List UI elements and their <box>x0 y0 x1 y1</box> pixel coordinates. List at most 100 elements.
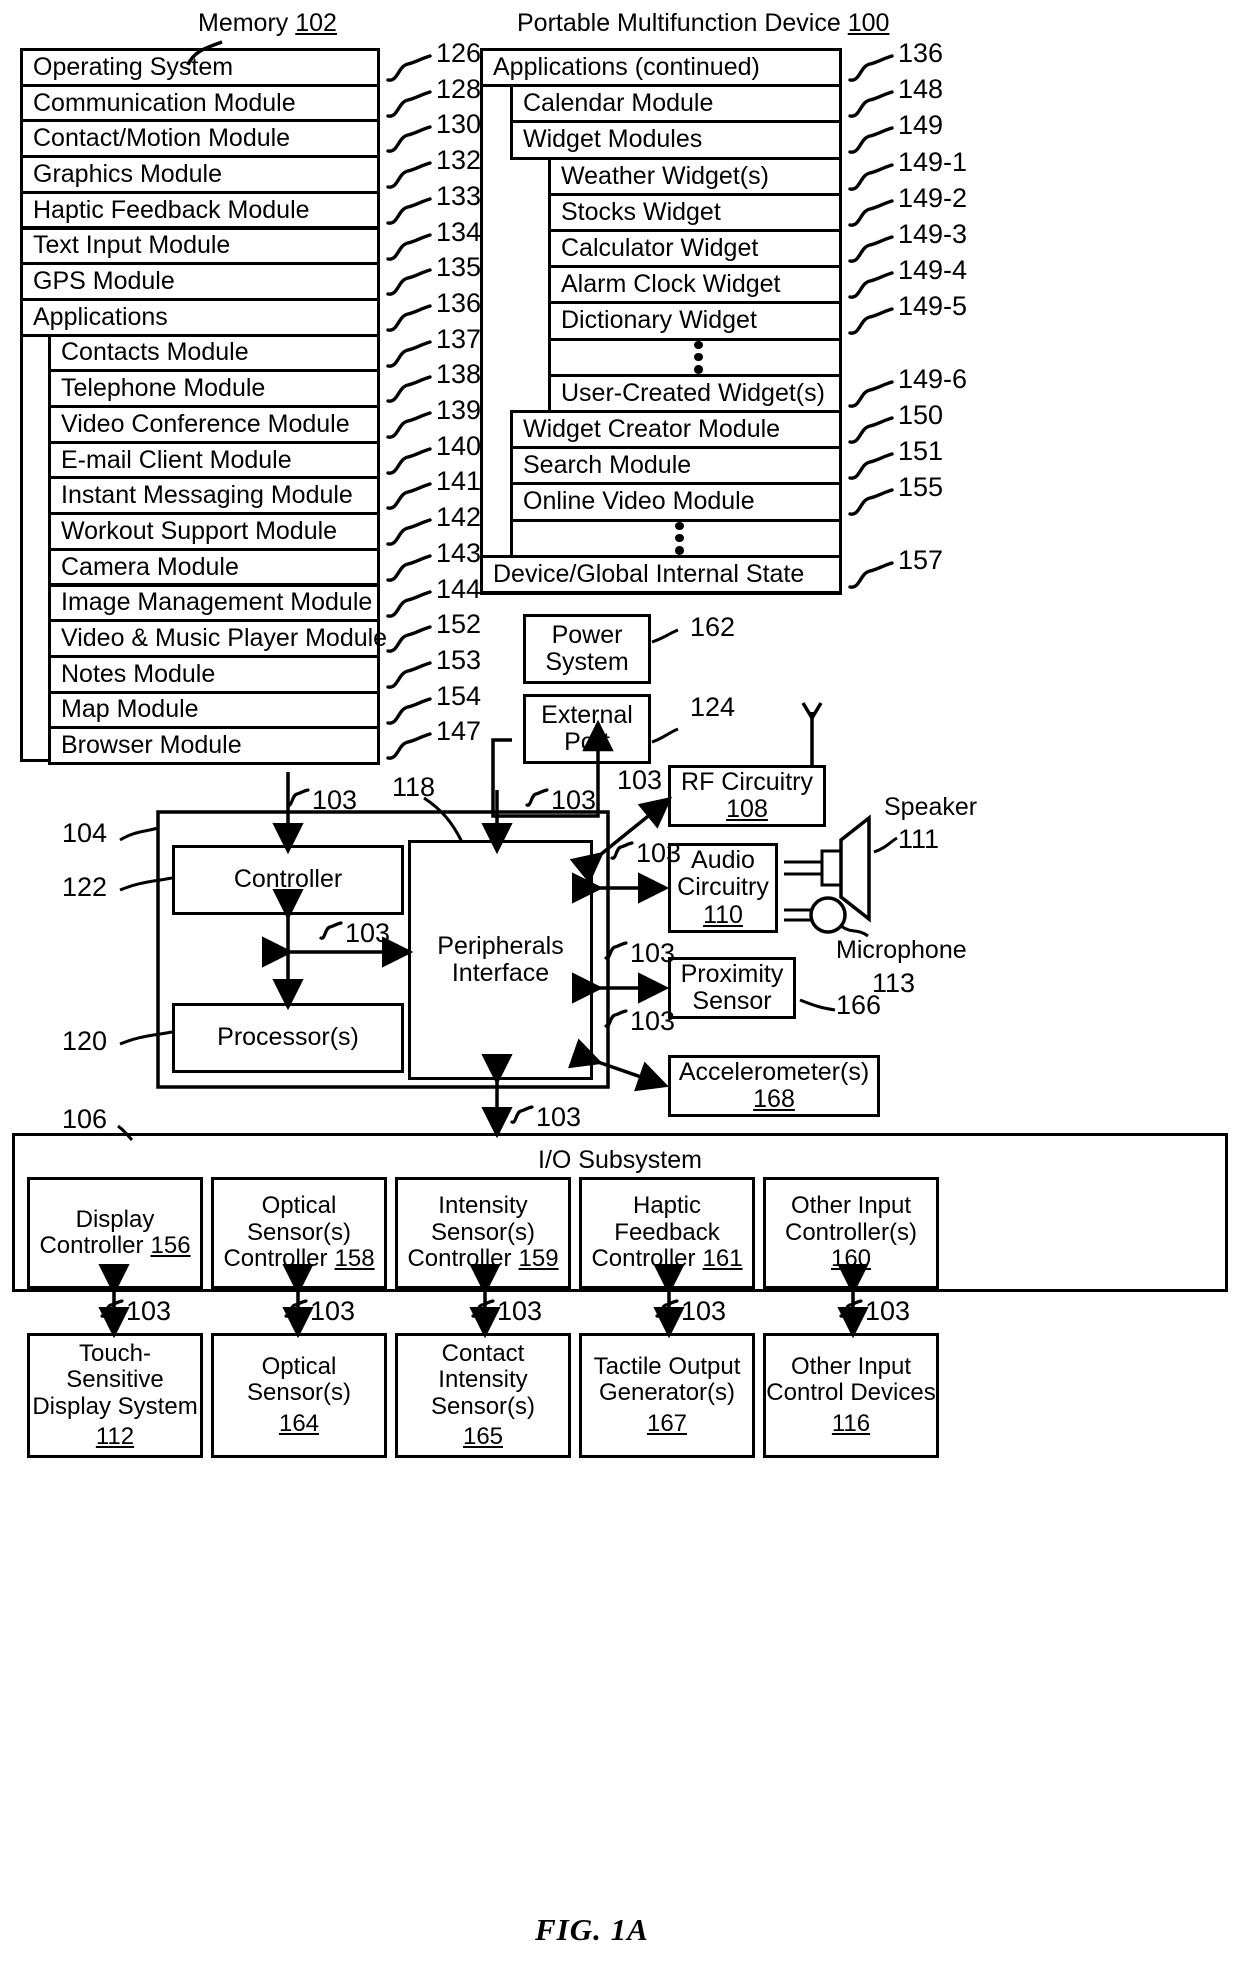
controller-box: Controller <box>172 845 404 915</box>
device-row-ref: 149-6 <box>898 363 968 394</box>
controller-ref: 122 <box>62 872 108 902</box>
device-row-label: Online Video Module <box>523 487 755 516</box>
memory-row-ref: 143 <box>436 537 482 568</box>
leader-line <box>386 339 432 368</box>
io-controller-box: Other Input Controller(s) 160 <box>763 1177 939 1289</box>
squiggle-icon <box>610 841 634 860</box>
memory-row-ref: 128 <box>436 73 482 104</box>
io-controller-box: Display Controller 156 <box>27 1177 203 1289</box>
device-box-label: Display System <box>32 1392 198 1420</box>
squiggle-icon <box>286 788 310 807</box>
proximity-sensor-box: Proximity Sensor <box>668 957 796 1019</box>
leader-line <box>386 661 432 689</box>
leader-line <box>848 199 894 227</box>
io-controller-label-2-text: Controller <box>39 1232 144 1259</box>
device-box-label: Sensor(s) <box>430 1392 536 1420</box>
memory-row-label: Video & Music Player Module <box>61 624 388 653</box>
memory-row-ref: 133 <box>436 180 482 211</box>
leader-line <box>386 125 432 154</box>
memory-row: Applications <box>20 297 380 337</box>
memory-row: Workout Support Module <box>48 512 380 551</box>
device-row-ref: 149-3 <box>898 219 968 249</box>
io-controller-num: 156 <box>150 1232 191 1259</box>
memory-row: Image Management Module <box>48 583 380 623</box>
device-box-label: Tactile Output <box>593 1352 741 1380</box>
leader-line <box>386 696 432 725</box>
memory-row: Graphics Module <box>20 155 380 194</box>
memory-row: GPS Module <box>20 262 380 301</box>
bus-label: 103 <box>617 765 663 795</box>
memory-row-ref: 140 <box>436 430 482 461</box>
device-row: Online Video Module <box>510 482 842 522</box>
io-controller-label-2: Controller(s) <box>784 1218 918 1246</box>
memory-row-label: Applications <box>33 302 168 331</box>
device-row-ref: 149-1 <box>898 146 968 177</box>
memory-row: Contact/Motion Module <box>20 119 380 159</box>
io-controller-label-3: Controller 159 <box>407 1245 559 1273</box>
device-row-ref: 136 <box>898 38 944 68</box>
device-row-ref: 150 <box>898 400 944 430</box>
memory-row-label: Contacts Module <box>61 338 249 367</box>
audio-circuitry-num: 110 <box>703 900 743 929</box>
processor-box-label: Processor(s) <box>217 1023 359 1052</box>
device-box-label: Intensity <box>438 1366 528 1394</box>
device-title-ref: 100 <box>847 9 890 37</box>
device-row-ref: 149-2 <box>898 182 968 213</box>
leader-line <box>386 304 432 332</box>
peripherals-interface-box-label: Interface <box>451 959 550 987</box>
bus-label: 103 <box>126 1296 172 1326</box>
peripherals-ref: 118 <box>392 772 436 802</box>
io-controller-box: Haptic Feedback Controller 161 <box>579 1177 755 1289</box>
leader-line <box>386 54 432 82</box>
memory-row-ref: 135 <box>436 252 482 283</box>
device-box-num: 165 <box>462 1422 504 1450</box>
figure-label: FIG. 1A <box>535 1912 649 1947</box>
leader-line <box>848 488 894 517</box>
squiggle-icon <box>284 1299 308 1318</box>
processor-box: Processor(s) <box>172 1003 404 1073</box>
external-port-label-2: Port <box>564 728 610 756</box>
memory-row-label: Communication Module <box>33 88 296 117</box>
memory-title-text: Memory <box>198 9 289 37</box>
memory-row-label: Haptic Feedback Module <box>33 195 310 224</box>
device-row-ref: 151 <box>898 436 944 467</box>
squiggle-icon <box>655 1299 679 1318</box>
device-box-label: Generator(s) <box>598 1379 736 1407</box>
leader-line <box>386 232 432 261</box>
figure-1a-canvas: Memory 102 Portable Multifunction Device… <box>0 0 1240 1977</box>
memory-row-label: Map Module <box>61 695 199 724</box>
memory-row: Contacts Module <box>48 333 380 373</box>
device-row: Alarm Clock Widget <box>548 265 842 305</box>
memory-row: Notes Module <box>48 654 380 694</box>
device-row: User-Created Widget(s) <box>548 373 842 413</box>
proximity-sensor-label-1: Proximity <box>680 959 784 988</box>
device-row: Applications (continued) <box>480 48 842 88</box>
bus-label: 103 <box>630 1006 676 1036</box>
device-row: Calculator Widget <box>548 229 842 269</box>
io-controller-num: 159 <box>518 1245 559 1273</box>
leader-line <box>386 482 432 511</box>
device-box-num: 164 <box>278 1409 320 1437</box>
memory-row-label: Camera Module <box>61 552 239 581</box>
leader-line <box>848 380 894 408</box>
io-controller-label-2: Controller 156 <box>39 1232 191 1259</box>
squiggle-icon <box>839 1299 863 1318</box>
device-row: Search Module <box>510 446 842 486</box>
memory-row-label: Instant Messaging Module <box>61 481 353 510</box>
device-row: Stocks Widget <box>548 192 842 232</box>
memory-row-ref: 142 <box>436 502 482 533</box>
device-row-label: Alarm Clock Widget <box>561 270 781 299</box>
device-row-ref: 149-5 <box>898 291 968 322</box>
bus-label: 103 <box>630 938 676 968</box>
speaker-ref: 111 <box>898 824 940 854</box>
memory-title-ref: 102 <box>295 9 337 37</box>
accelerometers-num: 168 <box>753 1085 795 1113</box>
microphone-label: Microphone <box>836 936 967 964</box>
device-row: Widget Modules <box>510 120 842 160</box>
device-box-label: Optical <box>261 1352 337 1380</box>
squiggle-icon <box>471 1299 495 1318</box>
leader-line <box>386 446 432 475</box>
vertical-ellipsis-icon <box>513 521 845 555</box>
memory-row-label: Text Input Module <box>33 231 231 260</box>
device-box: Contact Intensity Sensor(s) 165 <box>395 1333 571 1458</box>
